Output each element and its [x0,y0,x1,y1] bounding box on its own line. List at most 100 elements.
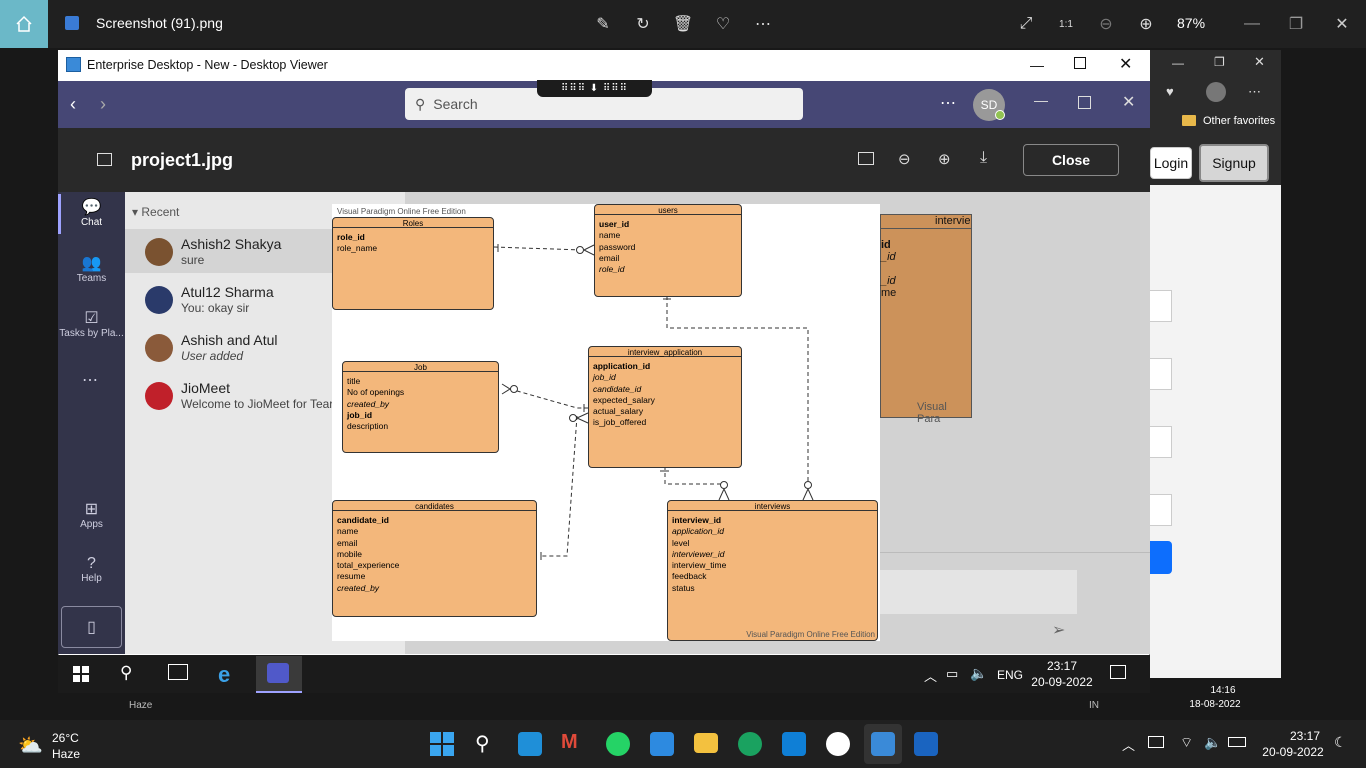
clock[interactable]: 23:17 20-09-2022 [1258,728,1328,760]
zoom-out-icon[interactable]: ⊖ [898,150,911,168]
submit-button[interactable] [1150,541,1172,574]
windows-start-icon[interactable] [73,666,89,682]
edge-close-icon[interactable]: ✕ [1254,54,1265,70]
edge-restore-icon[interactable]: ❐ [1214,55,1225,69]
bg-weather: Haze [129,700,153,711]
close-icon[interactable]: ✕ [1330,12,1354,36]
search-icon: ⚲ [415,95,426,112]
zoom-in-icon[interactable]: ⊕ [938,150,951,168]
close-icon[interactable]: ✕ [1119,54,1132,74]
download-icon[interactable]: ⤓ [980,149,987,167]
favorite-icon[interactable]: ♡ [711,12,735,36]
actual-size-icon[interactable]: 1:1 [1054,12,1078,36]
minimize-icon[interactable]: — [1030,57,1044,73]
battery-icon[interactable] [1228,737,1246,747]
minimize-icon[interactable]: — [1240,12,1264,36]
entity-field: role_id [599,264,625,275]
rail-item-tasks[interactable]: ☑ Tasks by Pla... [58,308,125,339]
windows-start-icon[interactable] [430,732,454,756]
entity-field: total_experience [337,560,400,571]
rotate-icon[interactable]: ↻ [631,12,655,36]
delete-icon[interactable]: 🗑 [671,12,695,36]
more-icon[interactable]: ⋯ [940,93,956,113]
fullscreen-icon[interactable]: ⤢ [1014,12,1038,36]
keyboard-icon[interactable] [1148,736,1164,748]
compose-box[interactable] [880,570,1077,614]
entity-field: description [347,421,389,432]
more-icon[interactable]: ⋯ [751,12,775,36]
internet-explorer-icon[interactable]: e [218,662,230,688]
entity-field: interview_id [672,515,722,525]
profile-icon[interactable] [1206,82,1226,102]
form-field[interactable] [1150,358,1172,390]
fit-screen-icon[interactable] [858,152,874,165]
form-field[interactable] [1150,426,1172,458]
edge-minimize-icon[interactable]: — [1172,56,1184,70]
rail-item-help[interactable]: ? Help [58,555,125,584]
entity-title: users [595,205,741,215]
weather-widget[interactable]: 26°C Haze [52,730,80,762]
home-icon[interactable] [0,0,48,48]
zoom-in-icon[interactable]: ⊕ [1134,12,1158,36]
clock[interactable]: 23:17 20-09-2022 [1030,658,1094,690]
login-button[interactable]: Login [1150,147,1192,179]
network-icon[interactable]: ▭ [946,666,958,682]
rail-item-teams[interactable]: 👥 Teams [58,253,125,284]
send-icon[interactable]: ➢ [1052,620,1065,640]
minimize-icon[interactable]: — [1034,92,1048,108]
edge-icon[interactable] [738,732,762,756]
mobile-icon[interactable]: ▯ [61,606,122,648]
status-badge [995,110,1005,120]
volume-icon[interactable]: 🔈 [1204,734,1221,751]
form-field[interactable] [1150,494,1172,526]
wifi-icon[interactable]: ⌔ [1180,734,1193,752]
zoom-out-icon[interactable]: ⊖ [1094,12,1118,36]
more-icon[interactable]: ⋯ [1248,84,1261,100]
rail-label: Help [81,573,102,584]
close-button[interactable]: Close [1023,144,1119,176]
more-apps-icon[interactable]: ⋯ [82,370,98,390]
language-indicator[interactable]: ENG [997,667,1023,683]
mongodb-icon[interactable] [826,732,850,756]
search-icon[interactable]: ⚲ [475,731,490,756]
entity-field: name [337,526,359,537]
search-icon[interactable]: ⚲ [120,663,132,683]
maximize-icon[interactable] [1074,57,1086,69]
notifications-icon[interactable] [1110,665,1126,679]
heart-icon[interactable]: ♥ [1166,84,1174,99]
task-view-icon[interactable] [168,664,188,680]
whatsapp-icon[interactable] [606,732,630,756]
store-icon[interactable] [650,732,674,756]
photos-icon[interactable] [914,732,938,756]
signup-button[interactable]: Signup [1199,144,1269,182]
close-icon[interactable]: ✕ [1122,92,1135,112]
recent-section-label[interactable]: ▾ Recent [132,205,179,219]
chevron-up-icon[interactable]: ︿ [1122,735,1135,754]
other-favorites[interactable]: Other favorites [1203,115,1275,127]
chevron-up-icon[interactable]: ︿ [924,666,937,685]
forward-icon[interactable]: › [100,94,106,115]
entity-field: user_id [599,219,630,229]
volume-icon[interactable]: 🔈 [970,665,987,682]
bg-entity-fields: id _id _id me [881,239,897,299]
chat-name: Ashish2 Shakya [181,236,282,252]
notification-icon[interactable]: ☾ [1334,734,1347,751]
back-icon[interactable]: ‹ [70,94,76,115]
maximize-icon[interactable]: ❐ [1284,12,1308,36]
session-dock-handle[interactable]: ⠿⠿⠿ ⬇ ⠿⠿⠿ [537,80,652,97]
teams-taskbar-button[interactable] [256,656,302,693]
desktop-app-icon[interactable] [518,732,542,756]
rail-item-apps[interactable]: ⊞ Apps [58,499,125,530]
weather-icon[interactable]: ⛅ [18,733,43,758]
vscode-icon[interactable] [782,732,806,756]
citrix-taskbar-button[interactable] [864,724,902,764]
rail-label: Apps [80,519,103,530]
restore-icon[interactable] [1078,96,1091,109]
rail-label: Teams [76,273,107,284]
edit-icon[interactable]: ✎ [591,12,615,36]
gmail-icon[interactable]: M [561,731,578,754]
file-explorer-icon[interactable] [694,733,718,753]
form-field[interactable] [1150,290,1172,322]
avatar [145,286,173,314]
rail-item-chat[interactable]: 💬 Chat [58,197,125,228]
